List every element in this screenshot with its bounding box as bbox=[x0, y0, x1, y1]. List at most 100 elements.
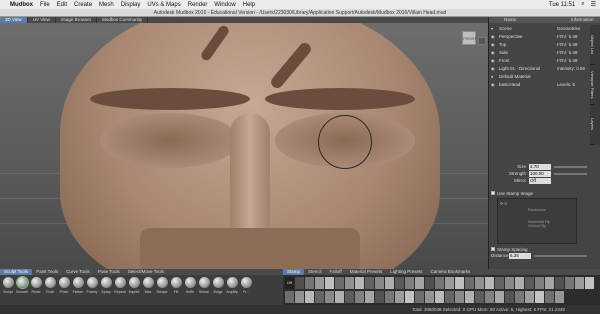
list-item[interactable]: ● Default Material bbox=[491, 73, 587, 81]
strength-slider[interactable] bbox=[554, 172, 587, 175]
tool-imprint[interactable]: Imprint bbox=[128, 277, 140, 303]
stamp-thumbnail[interactable] bbox=[545, 277, 554, 289]
stamp-thumbnail[interactable] bbox=[585, 277, 594, 289]
tool-sculpt[interactable]: Sculpt bbox=[2, 277, 14, 303]
tool-wax[interactable]: Wax bbox=[142, 277, 154, 303]
eye-icon[interactable]: ◉ bbox=[491, 57, 499, 65]
stamp-thumbnail[interactable] bbox=[425, 277, 434, 289]
randomize-label[interactable]: Randomize bbox=[528, 208, 546, 212]
mirror-select[interactable]: Off bbox=[529, 177, 551, 184]
stamp-thumbnail[interactable] bbox=[385, 290, 394, 303]
rotate-field[interactable]: 0 bbox=[504, 201, 506, 206]
stamp-thumbnail[interactable] bbox=[375, 290, 384, 303]
stamp-thumbnail[interactable] bbox=[485, 277, 494, 289]
stamp-spacing-checkbox[interactable] bbox=[491, 247, 495, 251]
stamp-thumbnail[interactable] bbox=[465, 290, 474, 303]
stamp-thumbnail[interactable] bbox=[335, 290, 344, 303]
tool-smooth[interactable]: Smooth bbox=[15, 276, 29, 303]
stamp-thumbnail[interactable] bbox=[285, 290, 294, 303]
tool-foamy[interactable]: Foamy bbox=[86, 277, 98, 303]
stamp-thumbnail[interactable] bbox=[445, 277, 454, 289]
stamp-off-tile[interactable]: Off bbox=[285, 277, 294, 289]
stamp-thumbnail[interactable] bbox=[505, 290, 514, 303]
distance-field[interactable]: 6.25 bbox=[509, 252, 531, 259]
stamp-thumbnail[interactable] bbox=[425, 290, 434, 303]
stamp-thumbnail[interactable] bbox=[505, 277, 514, 289]
tool-pinch[interactable]: Pinch bbox=[58, 277, 70, 303]
tool-fr[interactable]: Fr... bbox=[240, 277, 252, 303]
stamp-thumbnail[interactable] bbox=[415, 290, 424, 303]
tool-amplify[interactable]: Amplify bbox=[226, 277, 238, 303]
tool-fill[interactable]: Fill bbox=[170, 277, 182, 303]
stamp-thumbnail[interactable] bbox=[355, 277, 364, 289]
menu-window[interactable]: Window bbox=[214, 2, 235, 8]
tool-relax[interactable]: Relax bbox=[30, 277, 42, 303]
search-icon[interactable]: ⌕ bbox=[581, 1, 584, 8]
eye-icon[interactable]: ◉ bbox=[491, 33, 499, 41]
list-item[interactable]: ◉ Perspective FOV: 5.49 bbox=[491, 33, 587, 41]
tab-viewport-filters[interactable]: Viewport Filters bbox=[590, 65, 595, 105]
stamp-thumbnail[interactable] bbox=[555, 277, 564, 289]
tool-repeat[interactable]: Repeat bbox=[114, 277, 126, 303]
stamp-thumbnail[interactable] bbox=[395, 277, 404, 289]
stamp-thumbnail[interactable] bbox=[365, 277, 374, 289]
stamp-thumbnail[interactable] bbox=[515, 290, 524, 303]
stamp-thumbnail[interactable] bbox=[445, 290, 454, 303]
stamp-thumbnail[interactable] bbox=[535, 290, 544, 303]
tool-grab[interactable]: Grab bbox=[44, 277, 56, 303]
tool-scrape[interactable]: Scrape bbox=[156, 277, 168, 303]
stamp-thumbnail[interactable] bbox=[495, 290, 504, 303]
stamp-thumbnail[interactable] bbox=[295, 290, 304, 303]
stamp-thumbnail[interactable] bbox=[355, 290, 364, 303]
stamp-thumbnail[interactable] bbox=[535, 277, 544, 289]
stamp-thumbnail[interactable] bbox=[315, 277, 324, 289]
stamp-thumbnail[interactable] bbox=[515, 277, 524, 289]
stamp-thumbnail[interactable] bbox=[495, 277, 504, 289]
tab-object-list[interactable]: Object List bbox=[590, 25, 595, 65]
eye-icon[interactable]: ◉ bbox=[491, 65, 499, 73]
stamp-thumbnail[interactable] bbox=[395, 290, 404, 303]
stamp-thumbnail[interactable] bbox=[305, 277, 314, 289]
stamp-thumbnail[interactable] bbox=[295, 277, 304, 289]
3d-viewport[interactable]: FRONT bbox=[0, 23, 488, 269]
stamp-thumbnail[interactable] bbox=[435, 277, 444, 289]
menu-help[interactable]: Help bbox=[243, 2, 255, 8]
tab-layers[interactable]: Layers bbox=[590, 105, 595, 145]
stamp-thumbnail[interactable] bbox=[555, 290, 564, 303]
stamp-thumbnail[interactable] bbox=[385, 277, 394, 289]
tool-smear[interactable]: Smear bbox=[198, 277, 210, 303]
eye-icon[interactable]: ◉ bbox=[491, 49, 499, 57]
stamp-thumbnail[interactable] bbox=[315, 290, 324, 303]
vertical-flip-label[interactable]: Vertical Flip bbox=[528, 224, 546, 228]
stamp-thumbnail[interactable] bbox=[435, 290, 444, 303]
size-slider[interactable] bbox=[554, 165, 587, 168]
tool-flatten[interactable]: Flatten bbox=[72, 277, 84, 303]
menu-display[interactable]: Display bbox=[121, 2, 141, 8]
stamp-thumbnail[interactable] bbox=[345, 290, 354, 303]
stamp-thumbnail[interactable] bbox=[545, 290, 554, 303]
stamp-thumbnail[interactable] bbox=[325, 290, 334, 303]
list-item[interactable]: ▾ Scene Geometries bbox=[491, 25, 587, 33]
collapse-icon[interactable]: ▾ bbox=[491, 25, 499, 33]
list-icon[interactable]: ☰ bbox=[591, 1, 596, 8]
stamp-thumbnail[interactable] bbox=[405, 277, 414, 289]
stamp-thumbnail[interactable] bbox=[335, 277, 344, 289]
stamp-thumbnail[interactable] bbox=[465, 277, 474, 289]
list-item[interactable]: ◉ Side FOV: 5.49 bbox=[491, 49, 587, 57]
distance-slider[interactable] bbox=[534, 254, 587, 257]
use-stamp-checkbox[interactable] bbox=[491, 191, 495, 195]
tool-spray[interactable]: Spray bbox=[100, 277, 112, 303]
stamp-thumbnail[interactable] bbox=[375, 277, 384, 289]
stamp-thumbnail[interactable] bbox=[485, 290, 494, 303]
size-field[interactable]: 4.70 bbox=[529, 163, 551, 170]
menu-render[interactable]: Render bbox=[188, 2, 208, 8]
menu-file[interactable]: File bbox=[40, 2, 50, 8]
rotate-icon[interactable]: ⟳ bbox=[500, 201, 503, 206]
stamp-preview[interactable]: ⟳ 0 Randomize Horizontal Flip Vertical F… bbox=[497, 198, 577, 244]
strength-field[interactable]: 100.00 bbox=[529, 170, 551, 177]
eye-icon[interactable]: ◉ bbox=[491, 81, 499, 89]
stamp-thumbnail[interactable] bbox=[565, 277, 574, 289]
stamp-thumbnail[interactable] bbox=[575, 277, 584, 289]
viewcube[interactable]: FRONT bbox=[462, 31, 477, 45]
stamp-thumbnail[interactable] bbox=[325, 277, 334, 289]
